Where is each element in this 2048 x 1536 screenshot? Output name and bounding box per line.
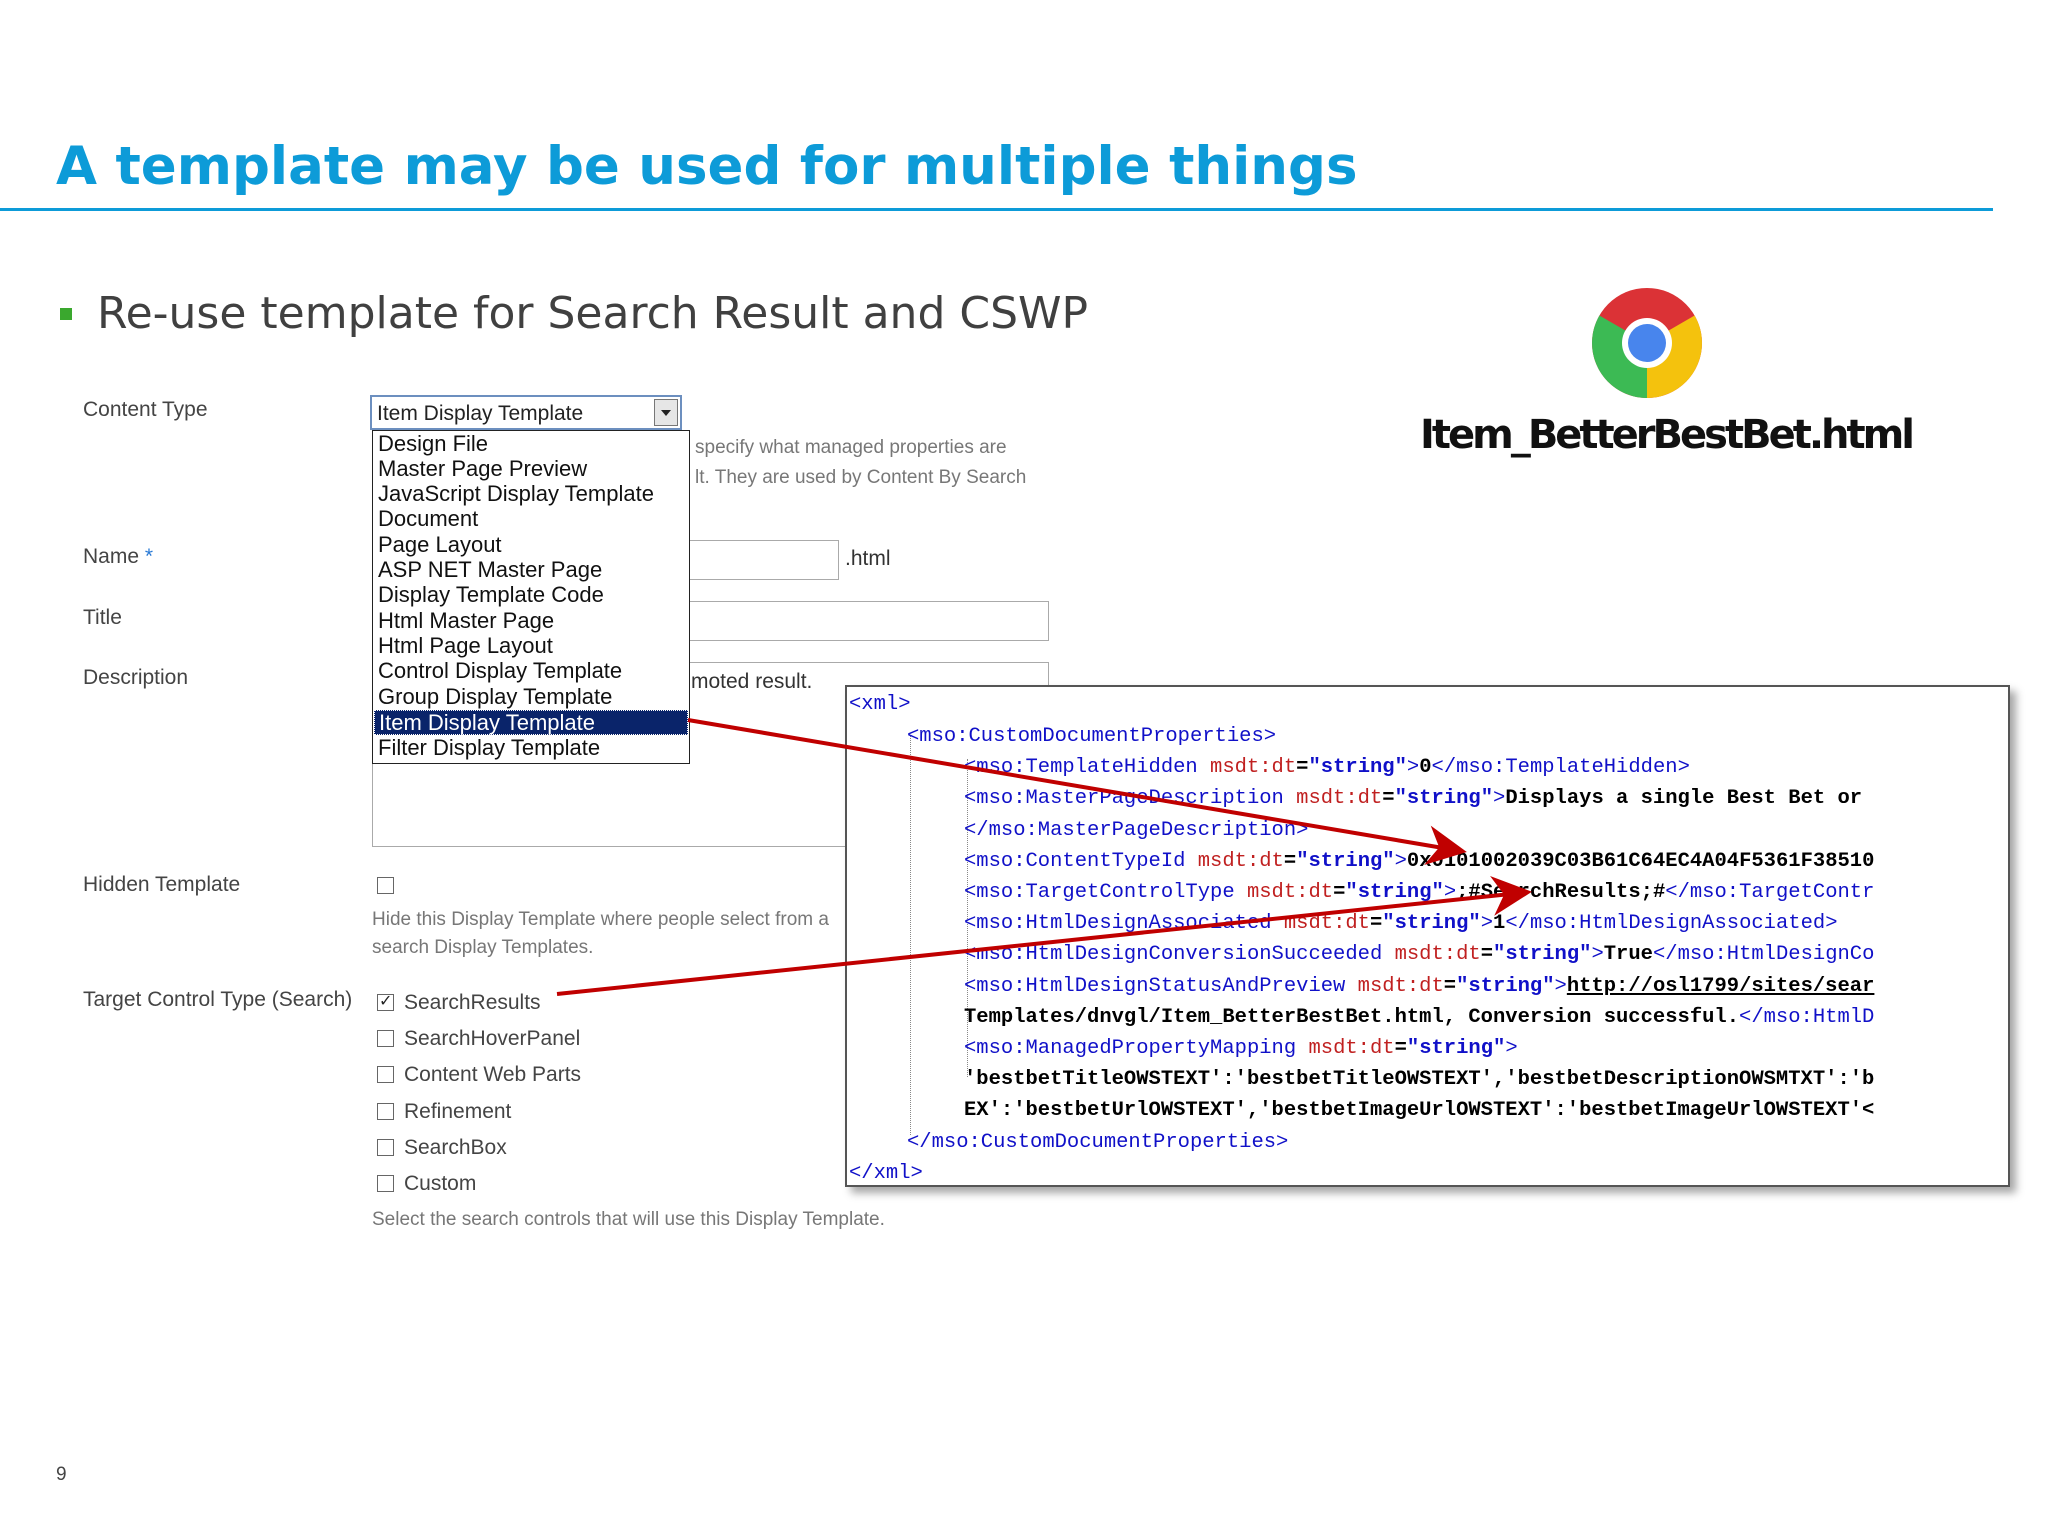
chrome-icon bbox=[1592, 288, 1702, 398]
code-line: <mso:MasterPageDescription msdt:dt="stri… bbox=[964, 787, 1863, 810]
code-line: EX':'bestbetUrlOWSTEXT','bestbetImageUrl… bbox=[964, 1099, 1875, 1122]
name-label: Name * bbox=[83, 545, 153, 569]
target-control-type-label: Target Control Type (Search) bbox=[83, 988, 353, 1011]
search-results-label: SearchResults bbox=[404, 991, 541, 1014]
search-hover-panel-checkbox[interactable] bbox=[377, 1030, 394, 1047]
dropdown-option[interactable]: Document bbox=[374, 507, 688, 532]
title-divider bbox=[0, 208, 1993, 211]
description-label: Description bbox=[83, 666, 189, 689]
page-number: 9 bbox=[56, 1464, 67, 1485]
name-suffix: .html bbox=[845, 547, 891, 570]
code-line: <xml> bbox=[849, 693, 911, 716]
custom-checkbox[interactable] bbox=[377, 1175, 394, 1192]
hidden-template-label: Hidden Template bbox=[83, 873, 241, 896]
search-results-checkbox[interactable] bbox=[377, 991, 394, 1011]
required-marker: * bbox=[144, 545, 154, 568]
content-type-dropdown-list[interactable]: Design File Master Page Preview JavaScri… bbox=[372, 430, 690, 764]
refinement-label: Refinement bbox=[404, 1100, 512, 1123]
code-line: <mso:HtmlDesignConversionSucceeded msdt:… bbox=[964, 943, 1875, 966]
code-line: <mso:CustomDocumentProperties> bbox=[907, 725, 1277, 748]
code-line: Templates/dnvgl/Item_BetterBestBet.html,… bbox=[964, 1006, 1875, 1029]
code-line: <mso:TemplateHidden msdt:dt="string">0</… bbox=[964, 756, 1690, 779]
chevron-down-icon[interactable] bbox=[654, 399, 678, 426]
dropdown-option[interactable]: Html Master Page bbox=[374, 609, 688, 634]
content-web-parts-checkbox[interactable] bbox=[377, 1066, 394, 1083]
search-hover-panel-label: SearchHoverPanel bbox=[404, 1027, 581, 1050]
search-box-checkbox[interactable] bbox=[377, 1139, 394, 1156]
indent-guide bbox=[910, 735, 911, 1135]
dropdown-option-selected[interactable]: Item Display Template bbox=[374, 710, 688, 735]
code-line: <mso:TargetControlType msdt:dt="string">… bbox=[964, 881, 1875, 904]
content-type-selected-value: Item Display Template bbox=[377, 402, 584, 425]
title-label: Title bbox=[83, 606, 122, 629]
code-line: </mso:MasterPageDescription> bbox=[964, 819, 1309, 842]
dropdown-option[interactable]: Design File bbox=[374, 432, 688, 457]
hidden-template-hint-line1: Hide this Display Template where people … bbox=[372, 909, 829, 930]
content-web-parts-label: Content Web Parts bbox=[404, 1063, 582, 1086]
dropdown-option[interactable]: Group Display Template bbox=[374, 685, 688, 710]
dropdown-option[interactable]: Html Page Layout bbox=[374, 634, 688, 659]
target-control-hint: Select the search controls that will use… bbox=[372, 1209, 885, 1230]
custom-label: Custom bbox=[404, 1172, 477, 1195]
code-line: <mso:ContentTypeId msdt:dt="string">0x01… bbox=[964, 850, 1875, 873]
dropdown-option[interactable]: Display Template Code bbox=[374, 583, 688, 608]
slide-title: A template may be used for multiple thin… bbox=[56, 136, 1358, 197]
bullet-text: Re-use template for Search Result and CS… bbox=[97, 288, 1089, 339]
dropdown-option[interactable]: Control Display Template bbox=[374, 659, 688, 684]
code-line: <mso:ManagedPropertyMapping msdt:dt="str… bbox=[964, 1037, 1518, 1060]
description-value: moted result. bbox=[691, 670, 813, 693]
template-filename: Item_BetterBestBet.html bbox=[1420, 412, 1915, 458]
dropdown-option[interactable]: Master Page Preview bbox=[374, 457, 688, 482]
content-type-label: Content Type bbox=[83, 398, 208, 421]
hidden-template-hint-line2: search Display Templates. bbox=[372, 937, 594, 958]
dropdown-option[interactable]: JavaScript Display Template bbox=[374, 482, 688, 507]
xml-code-panel: <xml> <mso:CustomDocumentProperties> <ms… bbox=[845, 685, 2010, 1187]
code-line: <mso:HtmlDesignAssociated msdt:dt="strin… bbox=[964, 912, 1838, 935]
dropdown-option[interactable]: ASP NET Master Page bbox=[374, 558, 688, 583]
content-type-select[interactable]: Item Display Template bbox=[370, 395, 682, 430]
code-line: <mso:HtmlDesignStatusAndPreview msdt:dt=… bbox=[964, 975, 1875, 998]
dropdown-option[interactable]: Page Layout bbox=[374, 533, 688, 558]
code-line: </mso:CustomDocumentProperties> bbox=[907, 1131, 1289, 1154]
name-label-text: Name bbox=[83, 545, 140, 568]
dropdown-option[interactable]: Filter Display Template bbox=[374, 736, 688, 761]
content-type-hint-line2: lt. They are used by Content By Search bbox=[695, 467, 1027, 488]
code-line: 'bestbetTitleOWSTEXT':'bestbetTitleOWSTE… bbox=[964, 1068, 1875, 1091]
refinement-checkbox[interactable] bbox=[377, 1103, 394, 1120]
code-line: </xml> bbox=[849, 1162, 923, 1185]
content-type-hint-line1: specify what managed properties are bbox=[695, 437, 1007, 458]
hidden-template-checkbox[interactable] bbox=[377, 877, 394, 894]
bullet-square-icon bbox=[60, 308, 72, 320]
search-box-label: SearchBox bbox=[404, 1136, 507, 1159]
